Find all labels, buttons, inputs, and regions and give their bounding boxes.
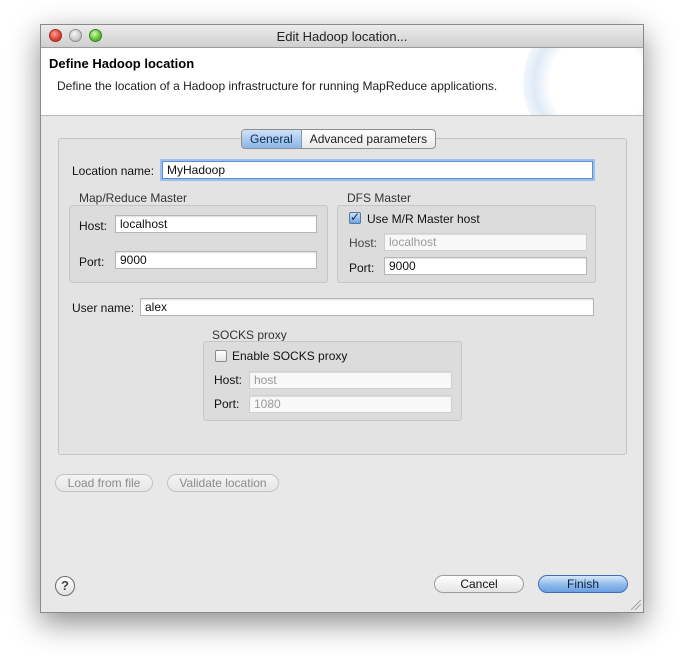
enable-socks-checkbox[interactable] <box>215 350 227 362</box>
dfs-port-input[interactable]: 9000 <box>384 257 587 275</box>
mr-port-label: Port: <box>79 255 105 269</box>
enable-socks-label[interactable]: Enable SOCKS proxy <box>232 349 347 363</box>
validate-location-button[interactable]: Validate location <box>167 474 279 492</box>
location-name-input[interactable]: MyHadoop <box>162 161 593 179</box>
tab-general[interactable]: General <box>242 130 302 148</box>
dfs-master-title: DFS Master <box>347 191 412 205</box>
socks-proxy-title: SOCKS proxy <box>212 328 287 342</box>
mr-port-input[interactable]: 9000 <box>115 251 317 269</box>
resize-grip-icon[interactable] <box>631 600 641 610</box>
mr-host-label: Host: <box>79 219 108 233</box>
tab-bar: General Advanced parameters <box>241 129 437 149</box>
load-from-file-button[interactable]: Load from file <box>55 474 153 492</box>
finish-button[interactable]: Finish <box>538 575 628 593</box>
cancel-button[interactable]: Cancel <box>434 575 524 593</box>
dfs-port-label: Port: <box>349 261 375 275</box>
page-description: Define the location of a Hadoop infrastr… <box>57 79 498 93</box>
mapreduce-master-title: Map/Reduce Master <box>79 191 188 205</box>
use-mr-master-label[interactable]: Use M/R Master host <box>367 212 480 226</box>
page-title: Define Hadoop location <box>49 56 195 71</box>
title-bar[interactable]: Edit Hadoop location... <box>41 25 643 48</box>
socks-port-input[interactable]: 1080 <box>249 395 452 413</box>
socks-port-label: Port: <box>214 397 240 411</box>
dialog-window: Edit Hadoop location... Define Hadoop lo… <box>40 24 644 613</box>
socks-host-label: Host: <box>214 373 243 387</box>
checkmark-icon: ✓ <box>350 210 361 224</box>
use-mr-master-checkbox[interactable]: ✓ <box>349 210 361 224</box>
header-decoration <box>523 48 643 115</box>
location-name-label: Location name: <box>72 164 155 178</box>
dfs-host-label: Host: <box>349 236 378 250</box>
socks-host-input[interactable]: host <box>249 371 452 389</box>
window-title: Edit Hadoop location... <box>276 29 408 44</box>
wizard-header: Define Hadoop location Define the locati… <box>41 48 643 116</box>
dfs-host-input[interactable]: localhost <box>384 233 587 251</box>
mr-host-input[interactable]: localhost <box>115 215 317 233</box>
user-name-label: User name: <box>72 301 135 315</box>
help-button[interactable]: ? <box>55 576 75 596</box>
tab-advanced-parameters[interactable]: Advanced parameters <box>302 130 435 148</box>
user-name-input[interactable]: alex <box>140 298 594 316</box>
